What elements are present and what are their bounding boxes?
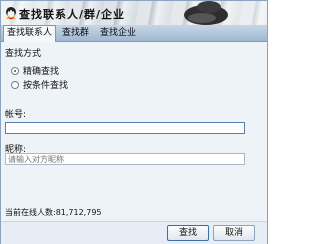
button-bar: 查找 取消 (1, 221, 267, 244)
search-panel: 查找方式 精确查找 按条件查找 帐号: 昵称: 当前在线人数:81,712,79… (1, 42, 267, 244)
nickname-input[interactable] (5, 153, 245, 165)
radio-unchecked-icon (11, 80, 19, 89)
window-title: 查找联系人/群/企业 (19, 8, 126, 21)
account-input[interactable] (5, 122, 245, 134)
condition-search-label: 按条件查找 (23, 81, 69, 91)
cancel-button[interactable]: 取消 (213, 225, 255, 241)
tab-find-group[interactable]: 查找群 (59, 26, 92, 40)
condition-search-radio[interactable]: 按条件查找 (11, 78, 68, 91)
tab-find-contact[interactable]: 查找联系人 (3, 25, 57, 42)
radio-checked-icon (11, 66, 19, 75)
skin-decoration-image (184, 1, 228, 25)
app-logo-icon (6, 7, 16, 20)
account-label: 帐号: (5, 110, 27, 120)
search-method-title: 查找方式 (5, 49, 42, 59)
tab-find-enterprise[interactable]: 查找企业 (97, 26, 139, 40)
exact-search-label: 精确查找 (23, 67, 60, 77)
online-count-text: 当前在线人数:81,712,795 (5, 208, 102, 217)
tab-bar: 查找联系人 查找群 查找企业 (1, 25, 267, 42)
title-bar[interactable]: 查找联系人/群/企业 (1, 1, 267, 25)
exact-search-radio[interactable]: 精确查找 (11, 64, 59, 77)
search-button[interactable]: 查找 (167, 225, 209, 241)
find-contact-window: 查找联系人/群/企业 查找联系人 查找群 查找企业 查找方式 精确查找 按条件查… (0, 0, 268, 244)
